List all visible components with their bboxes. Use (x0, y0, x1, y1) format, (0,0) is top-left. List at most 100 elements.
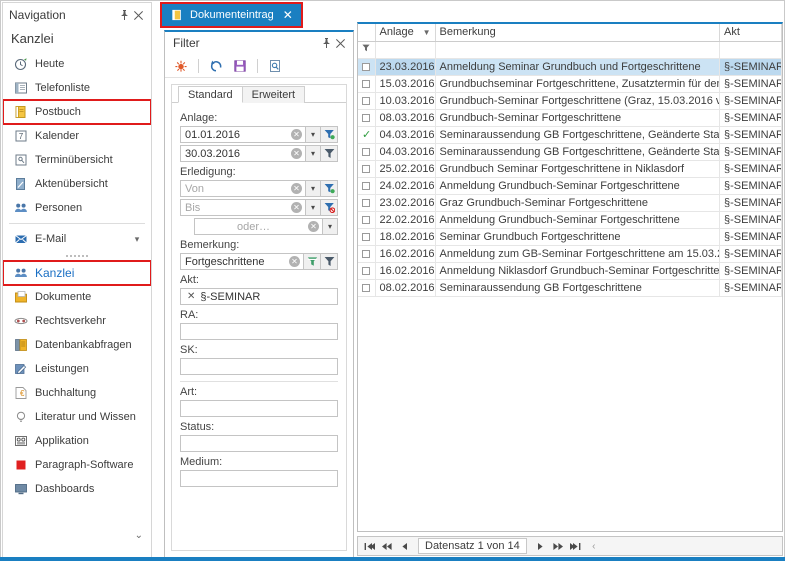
table-row[interactable]: 22.02.2016 Anmeldung Grundbuch-Seminar Fo… (358, 211, 782, 229)
table-row[interactable]: 08.03.2016 Grundbuch-Seminar Fortgeschrit… (358, 109, 782, 127)
chevron-down-icon[interactable]: ▾ (323, 218, 338, 235)
sidebar-item-datenbankabfragen[interactable]: Datenbankabfragen (3, 333, 151, 357)
tab-erweitert[interactable]: Erweitert (241, 86, 306, 103)
table-row[interactable]: 08.02.2016 Seminaraussendung GB Fortgesch… (358, 279, 782, 297)
splitter-handle[interactable] (3, 251, 151, 261)
sort-desc-icon[interactable]: ▼ (423, 28, 431, 37)
column-header-akt[interactable]: Akt (719, 24, 782, 42)
table-row[interactable]: 18.02.2016 Seminar Grundbuch Fortgeschrit… (358, 228, 782, 246)
close-icon[interactable] (131, 8, 145, 22)
table-row[interactable]: 16.02.2016 Anmeldung Niklasdorf Grundbuch… (358, 262, 782, 280)
column-header-select[interactable] (358, 24, 376, 42)
erledigung-from-input[interactable]: Von ✕ (180, 180, 306, 197)
sidebar-item-kalender[interactable]: 7 Kalender (3, 124, 151, 148)
table-row[interactable]: 10.03.2016 Grundbuch-Seminar Fortgeschrit… (358, 92, 782, 110)
row-select-checkbox[interactable] (358, 143, 376, 161)
chevron-down-icon[interactable]: ▾ (306, 199, 321, 216)
collapse-icon[interactable]: ‹ (587, 539, 601, 553)
column-header-anlage[interactable]: Anlage ▼ (375, 24, 436, 42)
column-header-bemerkung[interactable]: Bemerkung (435, 24, 720, 42)
chevron-down-icon[interactable]: ▾ (306, 180, 321, 197)
close-icon[interactable] (333, 36, 347, 50)
anlage-from-input[interactable]: 01.01.2016 ✕ (180, 126, 306, 143)
sidebar-item-leistungen[interactable]: Leistungen (3, 357, 151, 381)
medium-input[interactable] (180, 470, 338, 487)
tab-dokumenteintrag[interactable]: Dokumenteintrag ✕ (160, 2, 303, 28)
sidebar-item-terminuebersicht[interactable]: Terminübersicht (3, 148, 151, 172)
red-filter-icon[interactable] (171, 56, 191, 76)
chevron-down-icon[interactable]: ▾ (131, 233, 143, 245)
table-row[interactable]: 23.03.2016 Anmeldung Seminar Grundbuch un… (358, 58, 782, 76)
clear-icon[interactable]: ✕ (291, 129, 302, 140)
sidebar-item-email[interactable]: E-Mail ▾ (3, 227, 151, 251)
preview-icon[interactable] (265, 56, 285, 76)
last-record-icon[interactable] (569, 539, 583, 553)
sidebar-item-applikation[interactable]: Applikation (3, 429, 151, 453)
sidebar-item-dashboards[interactable]: Dashboards (3, 477, 151, 501)
clear-icon[interactable]: ✕ (308, 221, 319, 232)
row-select-checkbox[interactable] (358, 58, 376, 76)
row-select-checkbox[interactable] (358, 228, 376, 246)
clear-icon[interactable]: ✕ (291, 183, 302, 194)
clear-icon[interactable]: ✕ (291, 202, 302, 213)
clear-icon[interactable]: ✕ (289, 256, 300, 267)
status-input[interactable] (180, 435, 338, 452)
first-record-icon[interactable] (362, 539, 376, 553)
undo-icon[interactable] (206, 56, 226, 76)
akt-input[interactable]: ✕ §-SEMINAR (180, 288, 338, 305)
row-select-checkbox[interactable] (358, 92, 376, 110)
prev-record-icon[interactable] (398, 539, 412, 553)
filter-cell-bemerkung[interactable] (435, 41, 720, 59)
erledigung-to-input[interactable]: Bis ✕ (180, 199, 306, 216)
filter-green-icon[interactable] (304, 253, 321, 270)
row-select-checkbox[interactable] (358, 109, 376, 127)
sidebar-item-heute[interactable]: Heute (3, 52, 151, 76)
close-icon[interactable]: ✕ (283, 9, 293, 21)
row-select-checkbox[interactable] (358, 279, 376, 297)
table-row[interactable]: 25.02.2016 Grundbuch Seminar Fortgeschrit… (358, 160, 782, 178)
row-select-checkbox[interactable] (358, 177, 376, 195)
bemerkung-input[interactable]: Fortgeschrittene ✕ (180, 253, 304, 270)
save-floppy-icon[interactable] (230, 56, 250, 76)
filter-active-icon[interactable] (321, 126, 338, 143)
table-row[interactable]: 24.02.2016 Anmeldung Grundbuch-Seminar Fo… (358, 177, 782, 195)
filter-row-icon[interactable] (358, 41, 376, 59)
row-select-checkbox[interactable] (358, 211, 376, 229)
sidebar-item-aktenuebersicht[interactable]: Aktenübersicht (3, 172, 151, 196)
sidebar-item-telefonliste[interactable]: Telefonliste (3, 76, 151, 100)
row-select-checkbox[interactable]: ✓ (358, 126, 376, 144)
sidebar-item-paragraph-software[interactable]: Paragraph-Software (3, 453, 151, 477)
sidebar-item-postbuch[interactable]: Postbuch (3, 99, 151, 125)
sidebar-item-personen[interactable]: Personen (3, 196, 151, 220)
anlage-to-input[interactable]: 30.03.2016 ✕ (180, 145, 306, 162)
clear-icon[interactable]: ✕ (291, 148, 302, 159)
chevron-down-icon[interactable]: ⌄ (135, 530, 143, 541)
row-select-checkbox[interactable] (358, 194, 376, 212)
pin-icon[interactable] (319, 36, 333, 50)
erledigung-or-input[interactable]: oder… ✕ (194, 218, 323, 235)
filter-cell-akt[interactable] (719, 41, 782, 59)
table-row[interactable]: 16.02.2016 Anmeldung zum GB-Seminar Fortg… (358, 245, 782, 263)
pin-icon[interactable] (117, 8, 131, 22)
table-row[interactable]: 23.02.2016 Graz Grundbuch-Seminar Fortges… (358, 194, 782, 212)
row-select-checkbox[interactable] (358, 245, 376, 263)
row-select-checkbox[interactable] (358, 75, 376, 93)
row-select-checkbox[interactable] (358, 262, 376, 280)
table-row[interactable]: 15.03.2016 Grundbuchseminar Fortgeschritt… (358, 75, 782, 93)
filter-disabled-icon[interactable] (321, 199, 338, 216)
tab-standard[interactable]: Standard (178, 86, 243, 103)
ra-input[interactable] (180, 323, 338, 340)
filter-icon[interactable] (321, 145, 338, 162)
filter-icon[interactable] (321, 253, 338, 270)
art-input[interactable] (180, 400, 338, 417)
sk-input[interactable] (180, 358, 338, 375)
chevron-down-icon[interactable]: ▾ (306, 145, 321, 162)
filter-active-icon[interactable] (321, 180, 338, 197)
table-row[interactable]: 04.03.2016 Seminaraussendung GB Fortgesch… (358, 143, 782, 161)
table-row[interactable]: ✓ 04.03.2016 Seminaraussendung GB Fortgesc… (358, 126, 782, 144)
next-page-icon[interactable] (551, 539, 565, 553)
prev-page-icon[interactable] (380, 539, 394, 553)
next-record-icon[interactable] (533, 539, 547, 553)
row-select-checkbox[interactable] (358, 160, 376, 178)
sidebar-item-rechtsverkehr[interactable]: Rechtsverkehr (3, 309, 151, 333)
